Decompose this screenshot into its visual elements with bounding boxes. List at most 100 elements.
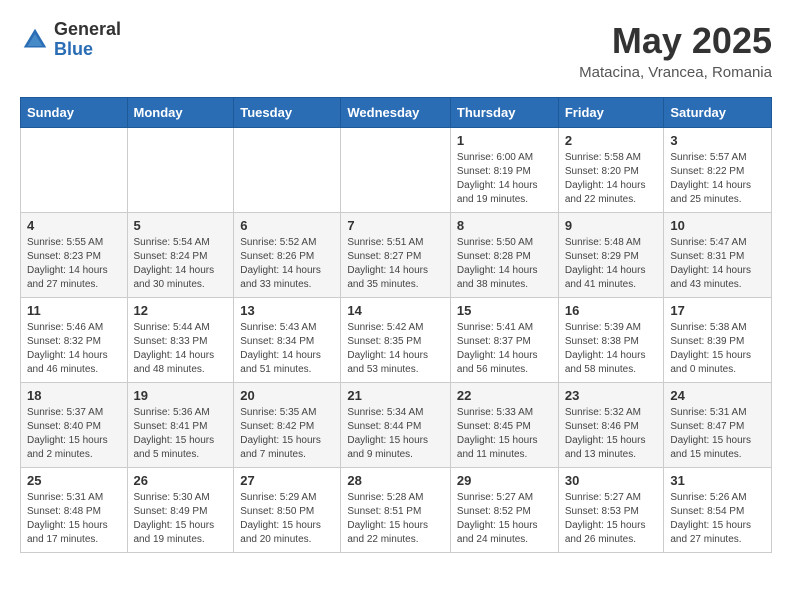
day-info: Sunrise: 5:44 AM Sunset: 8:33 PM Dayligh… — [134, 321, 228, 377]
calendar-day-cell: 25 Sunrise: 5:31 AM Sunset: 8:48 PM Dayli… — [21, 468, 128, 553]
calendar-day-cell: 3 Sunrise: 5:57 AM Sunset: 8:22 PM Daylig… — [664, 128, 772, 213]
day-info: Sunrise: 5:52 AM Sunset: 8:26 PM Dayligh… — [240, 236, 334, 292]
day-number: 1 — [457, 133, 552, 148]
day-number: 4 — [27, 218, 121, 233]
day-number: 3 — [670, 133, 765, 148]
calendar-day-cell: 24 Sunrise: 5:31 AM Sunset: 8:47 PM Dayli… — [664, 383, 772, 468]
day-info: Sunrise: 5:26 AM Sunset: 8:54 PM Dayligh… — [670, 491, 765, 547]
day-info: Sunrise: 5:57 AM Sunset: 8:22 PM Dayligh… — [670, 151, 765, 207]
day-info: Sunrise: 5:32 AM Sunset: 8:46 PM Dayligh… — [565, 406, 658, 462]
day-info: Sunrise: 5:43 AM Sunset: 8:34 PM Dayligh… — [240, 321, 334, 377]
day-info: Sunrise: 5:37 AM Sunset: 8:40 PM Dayligh… — [27, 406, 121, 462]
calendar-day-cell: 5Sunrise: 5:54 AM Sunset: 8:24 PM Daylig… — [127, 213, 234, 298]
day-number: 21 — [347, 388, 444, 403]
calendar-day-cell: 8Sunrise: 5:50 AM Sunset: 8:28 PM Daylig… — [450, 213, 558, 298]
day-number: 14 — [347, 303, 444, 318]
day-info: Sunrise: 5:55 AM Sunset: 8:23 PM Dayligh… — [27, 236, 121, 292]
day-number: 8 — [457, 218, 552, 233]
calendar-day-cell: 13 Sunrise: 5:43 AM Sunset: 8:34 PM Dayli… — [234, 298, 341, 383]
day-info: Sunrise: 6:00 AM Sunset: 8:19 PM Dayligh… — [457, 151, 552, 207]
calendar-day-cell: 28Sunrise: 5:28 AM Sunset: 8:51 PM Dayli… — [341, 468, 451, 553]
calendar-week-row: 1 Sunrise: 6:00 AM Sunset: 8:19 PM Daylig… — [21, 128, 772, 213]
day-info: Sunrise: 5:35 AM Sunset: 8:42 PM Dayligh… — [240, 406, 334, 462]
calendar-day-cell — [21, 128, 128, 213]
day-info: Sunrise: 5:27 AM Sunset: 8:53 PM Dayligh… — [565, 491, 658, 547]
day-info: Sunrise: 5:31 AM Sunset: 8:48 PM Dayligh… — [27, 491, 121, 547]
day-info: Sunrise: 5:34 AM Sunset: 8:44 PM Dayligh… — [347, 406, 444, 462]
calendar-day-cell: 16 Sunrise: 5:39 AM Sunset: 8:38 PM Dayli… — [558, 298, 664, 383]
day-number: 27 — [240, 473, 334, 488]
calendar-day-cell: 14 Sunrise: 5:42 AM Sunset: 8:35 PM Dayli… — [341, 298, 451, 383]
calendar-table: SundayMondayTuesdayWednesdayThursdayFrid… — [20, 97, 772, 553]
day-info: Sunrise: 5:31 AM Sunset: 8:47 PM Dayligh… — [670, 406, 765, 462]
page-header: General Blue May 2025 Matacina, Vrancea,… — [20, 20, 772, 81]
day-info: Sunrise: 5:30 AM Sunset: 8:49 PM Dayligh… — [134, 491, 228, 547]
calendar-day-cell: 31 Sunrise: 5:26 AM Sunset: 8:54 PM Dayli… — [664, 468, 772, 553]
day-info: Sunrise: 5:47 AM Sunset: 8:31 PM Dayligh… — [670, 236, 765, 292]
location: Matacina, Vrancea, Romania — [579, 64, 772, 81]
day-number: 22 — [457, 388, 552, 403]
calendar-day-cell: 26 Sunrise: 5:30 AM Sunset: 8:49 PM Dayli… — [127, 468, 234, 553]
day-number: 13 — [240, 303, 334, 318]
calendar-day-cell: 1 Sunrise: 6:00 AM Sunset: 8:19 PM Daylig… — [450, 128, 558, 213]
day-info: Sunrise: 5:28 AM Sunset: 8:51 PM Dayligh… — [347, 491, 444, 547]
calendar-week-row: 18Sunrise: 5:37 AM Sunset: 8:40 PM Dayli… — [21, 383, 772, 468]
day-number: 12 — [134, 303, 228, 318]
day-info: Sunrise: 5:46 AM Sunset: 8:32 PM Dayligh… — [27, 321, 121, 377]
weekday-header: Wednesday — [341, 98, 451, 128]
logo-text: General Blue — [54, 20, 121, 60]
day-info: Sunrise: 5:39 AM Sunset: 8:38 PM Dayligh… — [565, 321, 658, 377]
day-info: Sunrise: 5:38 AM Sunset: 8:39 PM Dayligh… — [670, 321, 765, 377]
weekday-header: Saturday — [664, 98, 772, 128]
title-area: May 2025 Matacina, Vrancea, Romania — [579, 20, 772, 81]
day-number: 31 — [670, 473, 765, 488]
calendar-week-row: 25 Sunrise: 5:31 AM Sunset: 8:48 PM Dayli… — [21, 468, 772, 553]
weekday-header: Thursday — [450, 98, 558, 128]
calendar-day-cell: 10 Sunrise: 5:47 AM Sunset: 8:31 PM Dayli… — [664, 213, 772, 298]
calendar-day-cell — [127, 128, 234, 213]
day-number: 20 — [240, 388, 334, 403]
day-number: 15 — [457, 303, 552, 318]
calendar-day-cell: 11Sunrise: 5:46 AM Sunset: 8:32 PM Dayli… — [21, 298, 128, 383]
calendar-day-cell: 17 Sunrise: 5:38 AM Sunset: 8:39 PM Dayli… — [664, 298, 772, 383]
calendar-day-cell: 15Sunrise: 5:41 AM Sunset: 8:37 PM Dayli… — [450, 298, 558, 383]
day-number: 19 — [134, 388, 228, 403]
calendar-day-cell: 30Sunrise: 5:27 AM Sunset: 8:53 PM Dayli… — [558, 468, 664, 553]
day-number: 17 — [670, 303, 765, 318]
day-number: 26 — [134, 473, 228, 488]
logo-general: General — [54, 20, 121, 40]
day-number: 6 — [240, 218, 334, 233]
calendar-day-cell: 19Sunrise: 5:36 AM Sunset: 8:41 PM Dayli… — [127, 383, 234, 468]
weekday-header: Tuesday — [234, 98, 341, 128]
day-info: Sunrise: 5:58 AM Sunset: 8:20 PM Dayligh… — [565, 151, 658, 207]
calendar-day-cell: 21 Sunrise: 5:34 AM Sunset: 8:44 PM Dayli… — [341, 383, 451, 468]
day-number: 25 — [27, 473, 121, 488]
day-info: Sunrise: 5:29 AM Sunset: 8:50 PM Dayligh… — [240, 491, 334, 547]
day-info: Sunrise: 5:42 AM Sunset: 8:35 PM Dayligh… — [347, 321, 444, 377]
calendar-day-cell: 22 Sunrise: 5:33 AM Sunset: 8:45 PM Dayli… — [450, 383, 558, 468]
day-number: 10 — [670, 218, 765, 233]
day-number: 16 — [565, 303, 658, 318]
calendar-week-row: 4 Sunrise: 5:55 AM Sunset: 8:23 PM Daylig… — [21, 213, 772, 298]
logo-icon — [20, 25, 50, 55]
calendar-header-row: SundayMondayTuesdayWednesdayThursdayFrid… — [21, 98, 772, 128]
day-info: Sunrise: 5:51 AM Sunset: 8:27 PM Dayligh… — [347, 236, 444, 292]
day-number: 5 — [134, 218, 228, 233]
calendar-day-cell: 23Sunrise: 5:32 AM Sunset: 8:46 PM Dayli… — [558, 383, 664, 468]
calendar-day-cell: 4 Sunrise: 5:55 AM Sunset: 8:23 PM Daylig… — [21, 213, 128, 298]
calendar-week-row: 11Sunrise: 5:46 AM Sunset: 8:32 PM Dayli… — [21, 298, 772, 383]
calendar-day-cell — [341, 128, 451, 213]
calendar-day-cell: 6 Sunrise: 5:52 AM Sunset: 8:26 PM Daylig… — [234, 213, 341, 298]
calendar-day-cell: 12 Sunrise: 5:44 AM Sunset: 8:33 PM Dayli… — [127, 298, 234, 383]
logo-blue: Blue — [54, 40, 121, 60]
calendar-day-cell: 20 Sunrise: 5:35 AM Sunset: 8:42 PM Dayli… — [234, 383, 341, 468]
day-number: 24 — [670, 388, 765, 403]
weekday-header: Sunday — [21, 98, 128, 128]
calendar-day-cell: 27 Sunrise: 5:29 AM Sunset: 8:50 PM Dayli… — [234, 468, 341, 553]
calendar-day-cell: 7Sunrise: 5:51 AM Sunset: 8:27 PM Daylig… — [341, 213, 451, 298]
day-info: Sunrise: 5:48 AM Sunset: 8:29 PM Dayligh… — [565, 236, 658, 292]
calendar-day-cell: 18Sunrise: 5:37 AM Sunset: 8:40 PM Dayli… — [21, 383, 128, 468]
day-info: Sunrise: 5:27 AM Sunset: 8:52 PM Dayligh… — [457, 491, 552, 547]
day-number: 9 — [565, 218, 658, 233]
day-info: Sunrise: 5:33 AM Sunset: 8:45 PM Dayligh… — [457, 406, 552, 462]
